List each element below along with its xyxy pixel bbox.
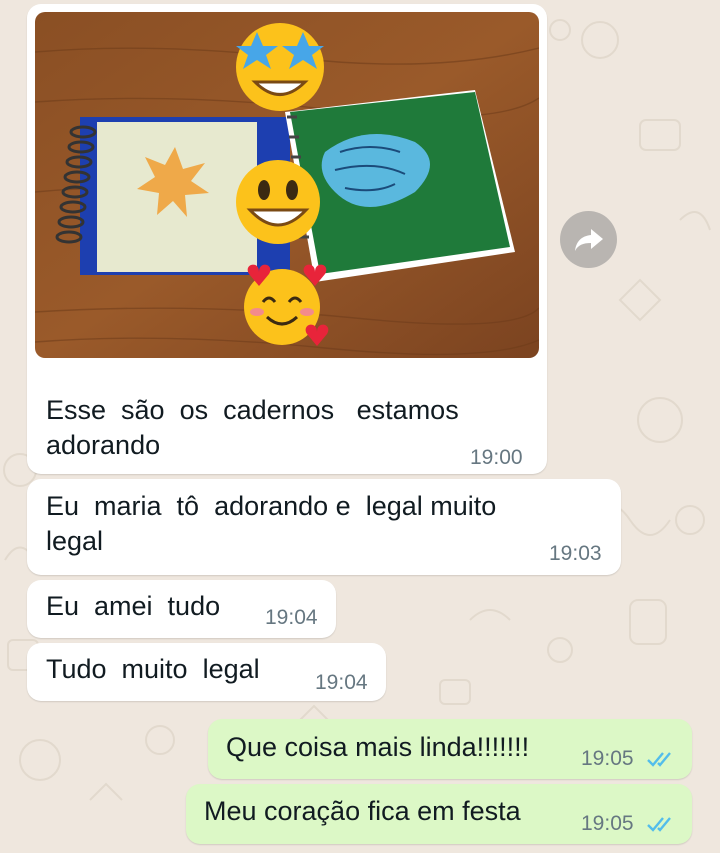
forward-arrow-icon: [574, 228, 603, 251]
incoming-photo-message[interactable]: Esse são os cadernos estamos adorando 19…: [27, 4, 547, 474]
message-time: 19:04: [315, 671, 368, 694]
message-time: 19:05: [581, 747, 634, 770]
message-text: Eu amei tudo: [46, 591, 221, 621]
star-eyes-emoji-icon: [236, 23, 324, 111]
message-text: Tudo muito legal: [46, 654, 260, 684]
message-time: 19:05: [581, 812, 634, 835]
double-check-icon: [647, 752, 671, 767]
incoming-message[interactable]: Eu maria tô adorando e legal muito legal…: [27, 479, 621, 575]
double-check-icon: [647, 817, 671, 832]
forward-button[interactable]: [560, 211, 617, 268]
message-text: Que coisa mais linda!!!!!!!: [226, 732, 530, 762]
message-text: Eu maria tô adorando e legal muito legal: [46, 491, 497, 556]
message-time: 19:03: [549, 542, 602, 565]
message-time: 19:04: [265, 606, 318, 629]
shared-photo[interactable]: [35, 12, 539, 358]
message-text: Esse são os cadernos estamos adorando: [46, 395, 459, 460]
incoming-message[interactable]: Eu amei tudo 19:04: [27, 580, 336, 638]
outgoing-message[interactable]: Meu coração fica em festa 19:05: [186, 784, 692, 844]
message-text: Meu coração fica em festa: [204, 796, 521, 826]
incoming-message[interactable]: Tudo muito legal 19:04: [27, 643, 386, 701]
grinning-emoji-icon: [236, 160, 320, 244]
outgoing-message[interactable]: Que coisa mais linda!!!!!!! 19:05: [208, 719, 692, 779]
message-time: 19:00: [470, 446, 523, 469]
smiling-hearts-emoji-icon: [244, 264, 329, 346]
